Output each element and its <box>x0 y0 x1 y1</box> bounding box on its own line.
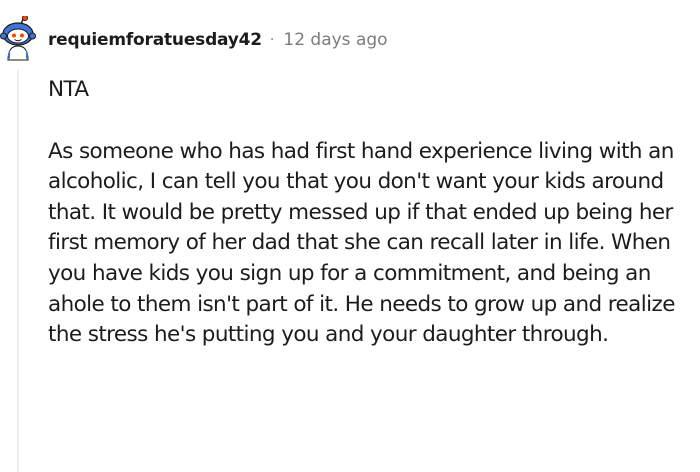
comment-text: As someone who has had first hand experi… <box>48 138 675 348</box>
username-link[interactable]: requiemforatuesday42 <box>48 30 262 50</box>
comment: requiemforatuesday42 · 12 days ago NTA A… <box>0 0 700 472</box>
comment-verdict: NTA <box>48 77 89 102</box>
snoo-avatar-icon <box>0 15 36 61</box>
user-avatar[interactable] <box>0 15 40 62</box>
meta-separator: · <box>269 32 275 48</box>
comment-body: NTA As someone who has had first hand ex… <box>48 75 693 351</box>
comment-meta: requiemforatuesday42 · 12 days ago <box>48 28 388 52</box>
comment-timestamp[interactable]: 12 days ago <box>283 30 387 50</box>
thread-collapse-line[interactable] <box>17 70 19 472</box>
